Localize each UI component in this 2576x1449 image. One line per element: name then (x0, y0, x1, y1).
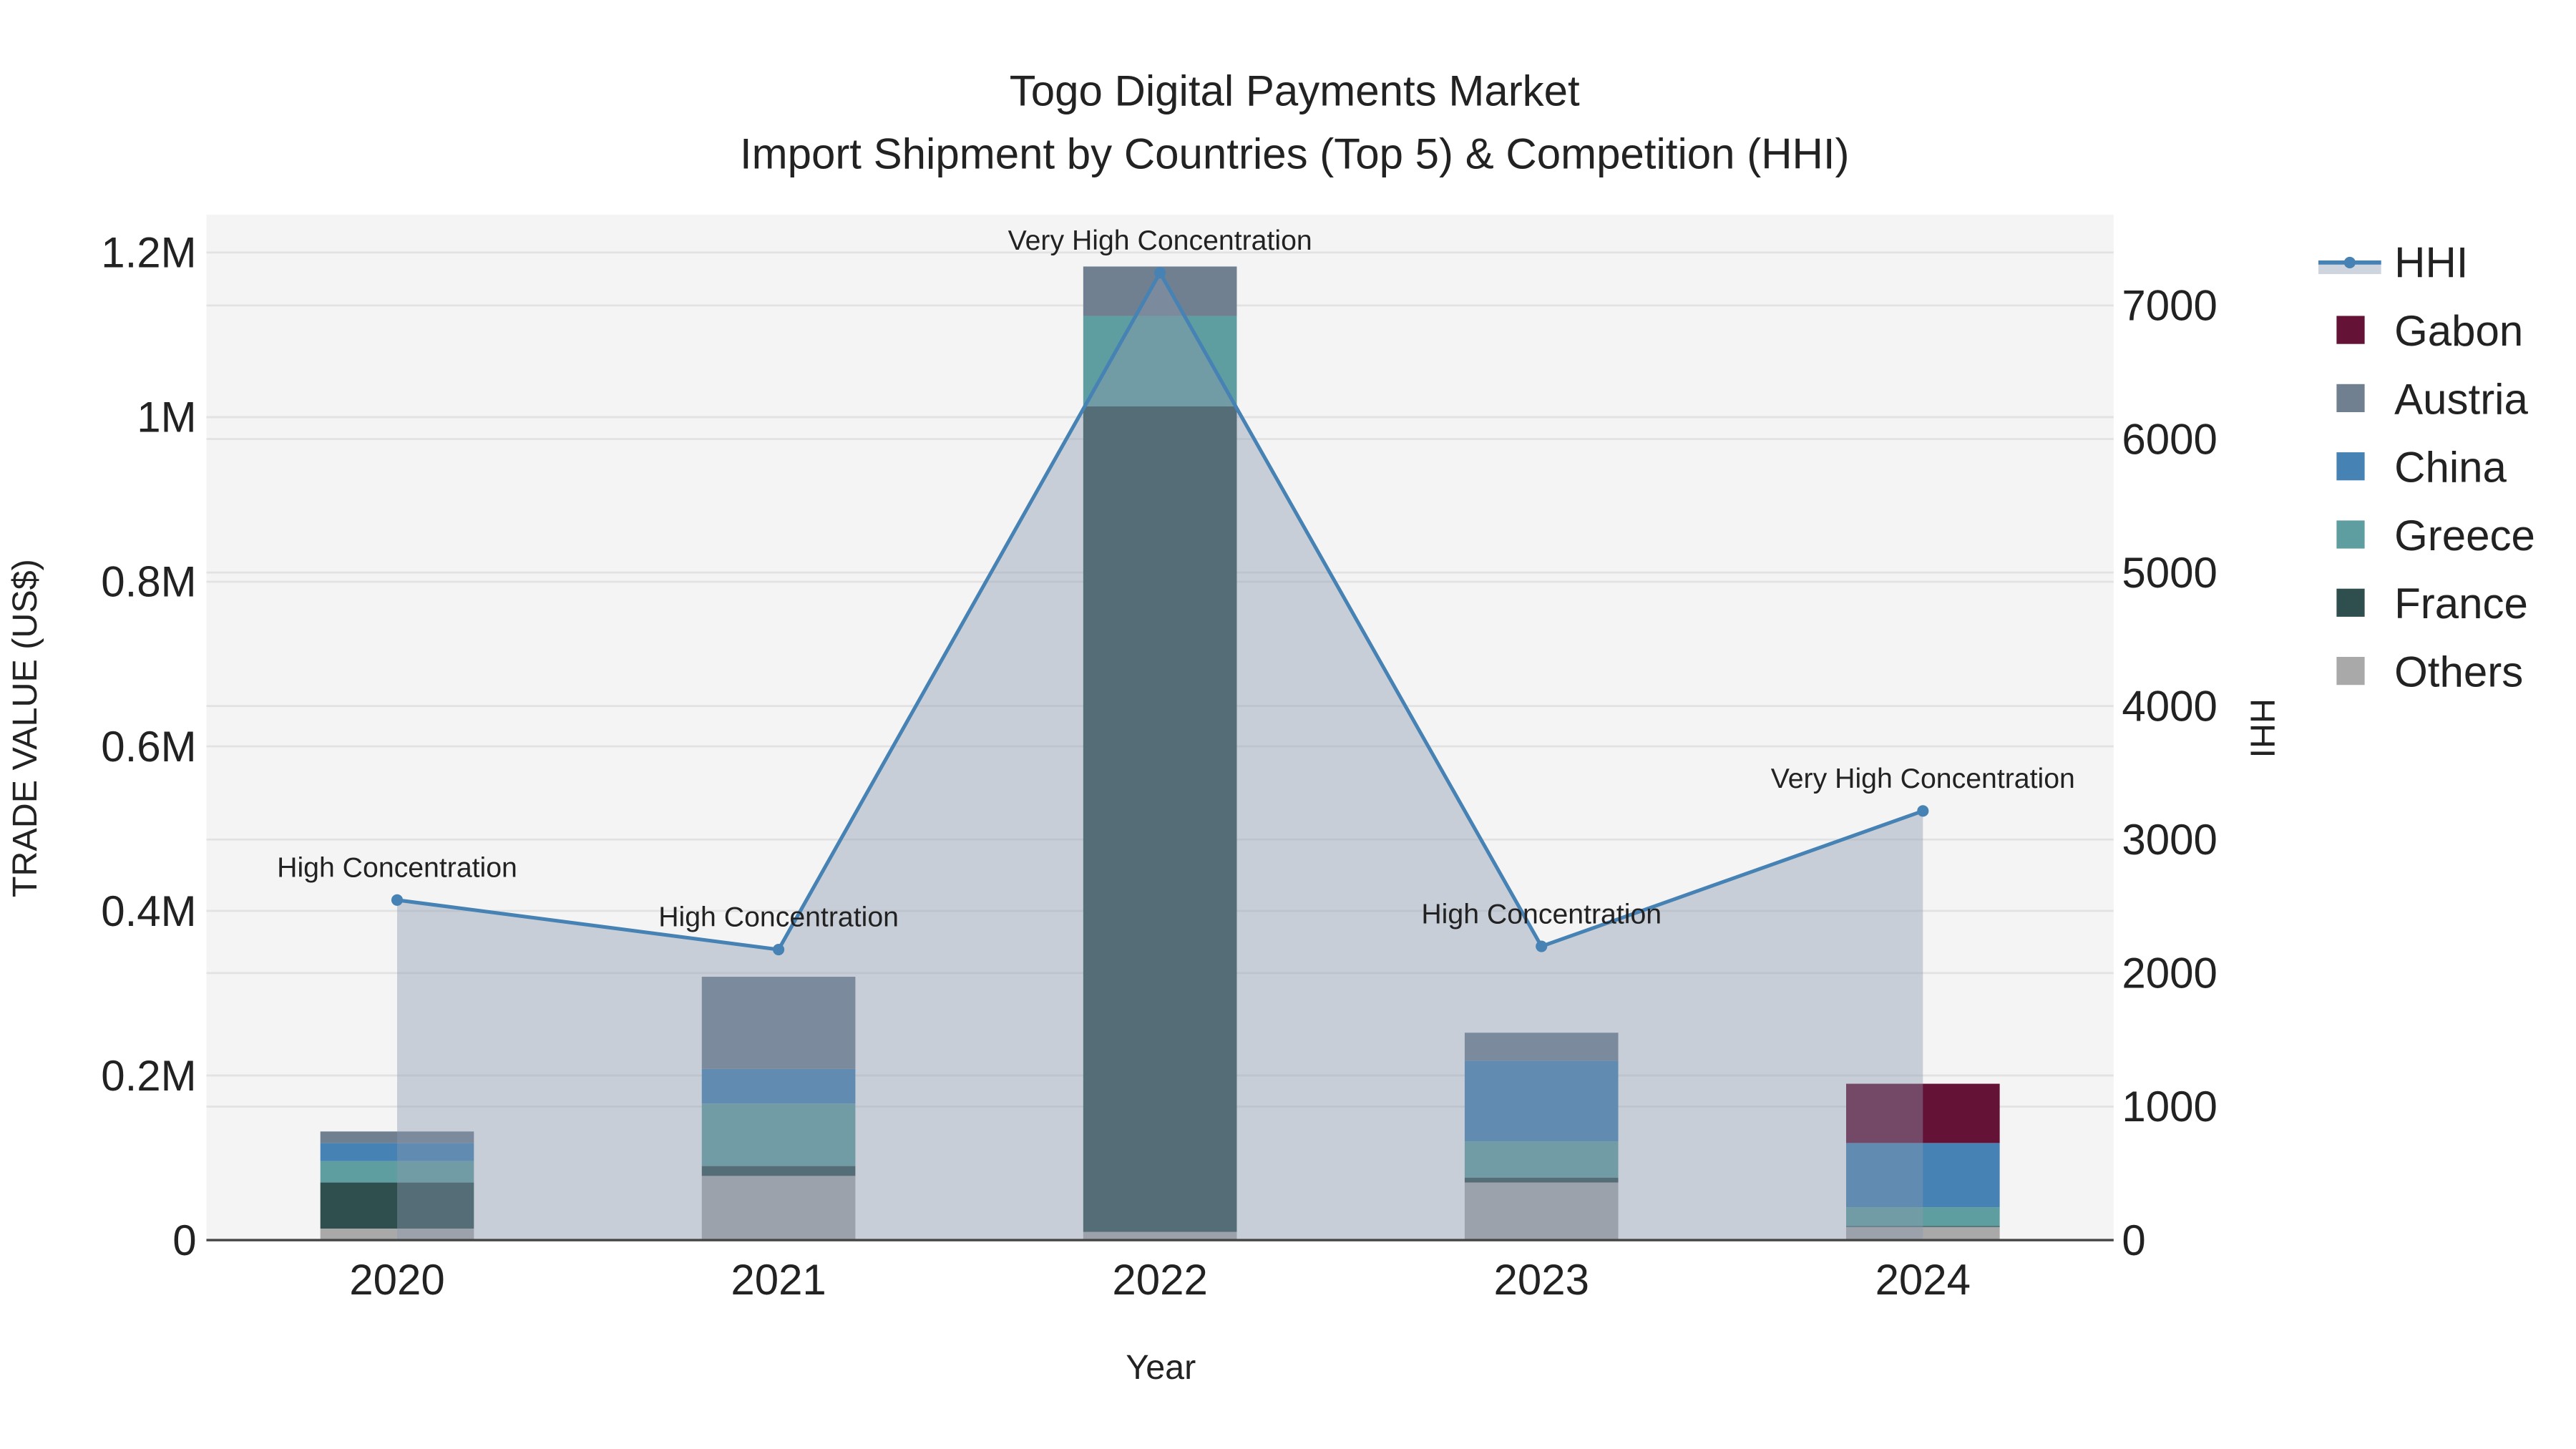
x-tick-label: 2022 (1112, 1256, 1207, 1304)
legend-label-others: Others (2394, 648, 2523, 696)
x-tick-label: 2020 (349, 1256, 444, 1304)
hhi-annotation: Very High Concentration (1771, 763, 2075, 794)
legend-label-china: China (2394, 444, 2507, 492)
y-tick-label: 1M (137, 394, 196, 441)
legend-label-france: France (2394, 580, 2528, 628)
y-axis-ticks: 0 0.2M 0.4M 0.6M 0.8M 1M 1.2M (101, 229, 196, 1264)
hhi-annotation: Very High Concentration (1008, 225, 1312, 256)
y-tick-label: 0.8M (101, 558, 196, 606)
chart-subtitle: Import Shipment by Countries (Top 5) & C… (740, 130, 1850, 177)
legend: HHI Gabon Austria China Greece France Others (2318, 239, 2535, 696)
legend-label-hhi: HHI (2394, 239, 2468, 287)
legend-swatch-austria (2336, 384, 2365, 412)
y2-tick-label: 3000 (2122, 816, 2217, 864)
y2-tick-label: 0 (2122, 1216, 2145, 1264)
legend-swatch-france (2336, 588, 2365, 617)
y2-tick-label: 1000 (2122, 1083, 2217, 1131)
y2-tick-label: 7000 (2122, 282, 2217, 330)
legend-label-austria: Austria (2394, 375, 2528, 423)
legend-swatch-others (2336, 657, 2365, 686)
y2-axis-ticks: 0 1000 2000 3000 4000 5000 6000 7000 (2122, 282, 2217, 1264)
hhi-point-2021 (773, 943, 785, 956)
x-axis-ticks: 2020 2021 2022 2023 2024 (349, 1256, 1971, 1304)
legend-swatch-greece (2336, 520, 2365, 549)
y2-tick-label: 5000 (2122, 549, 2217, 597)
legend-swatch-hhi-point (2343, 256, 2356, 268)
legend-swatch-gabon (2336, 316, 2365, 344)
x-tick-label: 2024 (1875, 1256, 1971, 1304)
hhi-point-2023 (1536, 940, 1548, 952)
chart-title: Togo Digital Payments Market (1010, 67, 1580, 115)
y-tick-label: 0 (172, 1216, 196, 1264)
y2-axis-label: HHI (2243, 698, 2281, 758)
y-tick-label: 0.2M (101, 1052, 196, 1100)
y2-tick-label: 4000 (2122, 682, 2217, 730)
y2-tick-label: 6000 (2122, 415, 2217, 463)
hhi-annotation: High Concentration (1421, 898, 1662, 930)
hhi-point-2024 (1917, 805, 1929, 817)
hhi-point-2020 (391, 894, 404, 906)
x-tick-label: 2021 (731, 1256, 826, 1304)
y-tick-label: 0.4M (101, 887, 196, 935)
hhi-point-2022 (1154, 267, 1166, 279)
legend-swatch-china (2336, 452, 2365, 481)
hhi-annotation: High Concentration (658, 902, 899, 933)
y-tick-label: 0.6M (101, 723, 196, 771)
hhi-annotation: High Concentration (277, 852, 517, 884)
x-axis-label: Year (1126, 1348, 1196, 1387)
x-tick-label: 2023 (1493, 1256, 1589, 1304)
y-axis-label: TRADE VALUE (US$) (6, 559, 44, 897)
legend-label-greece: Greece (2394, 512, 2535, 560)
legend-label-gabon: Gabon (2394, 307, 2523, 355)
y-tick-label: 1.2M (101, 229, 196, 277)
y2-tick-label: 2000 (2122, 950, 2217, 997)
chart: High Concentration High Concentration Very… (6, 67, 2535, 1387)
